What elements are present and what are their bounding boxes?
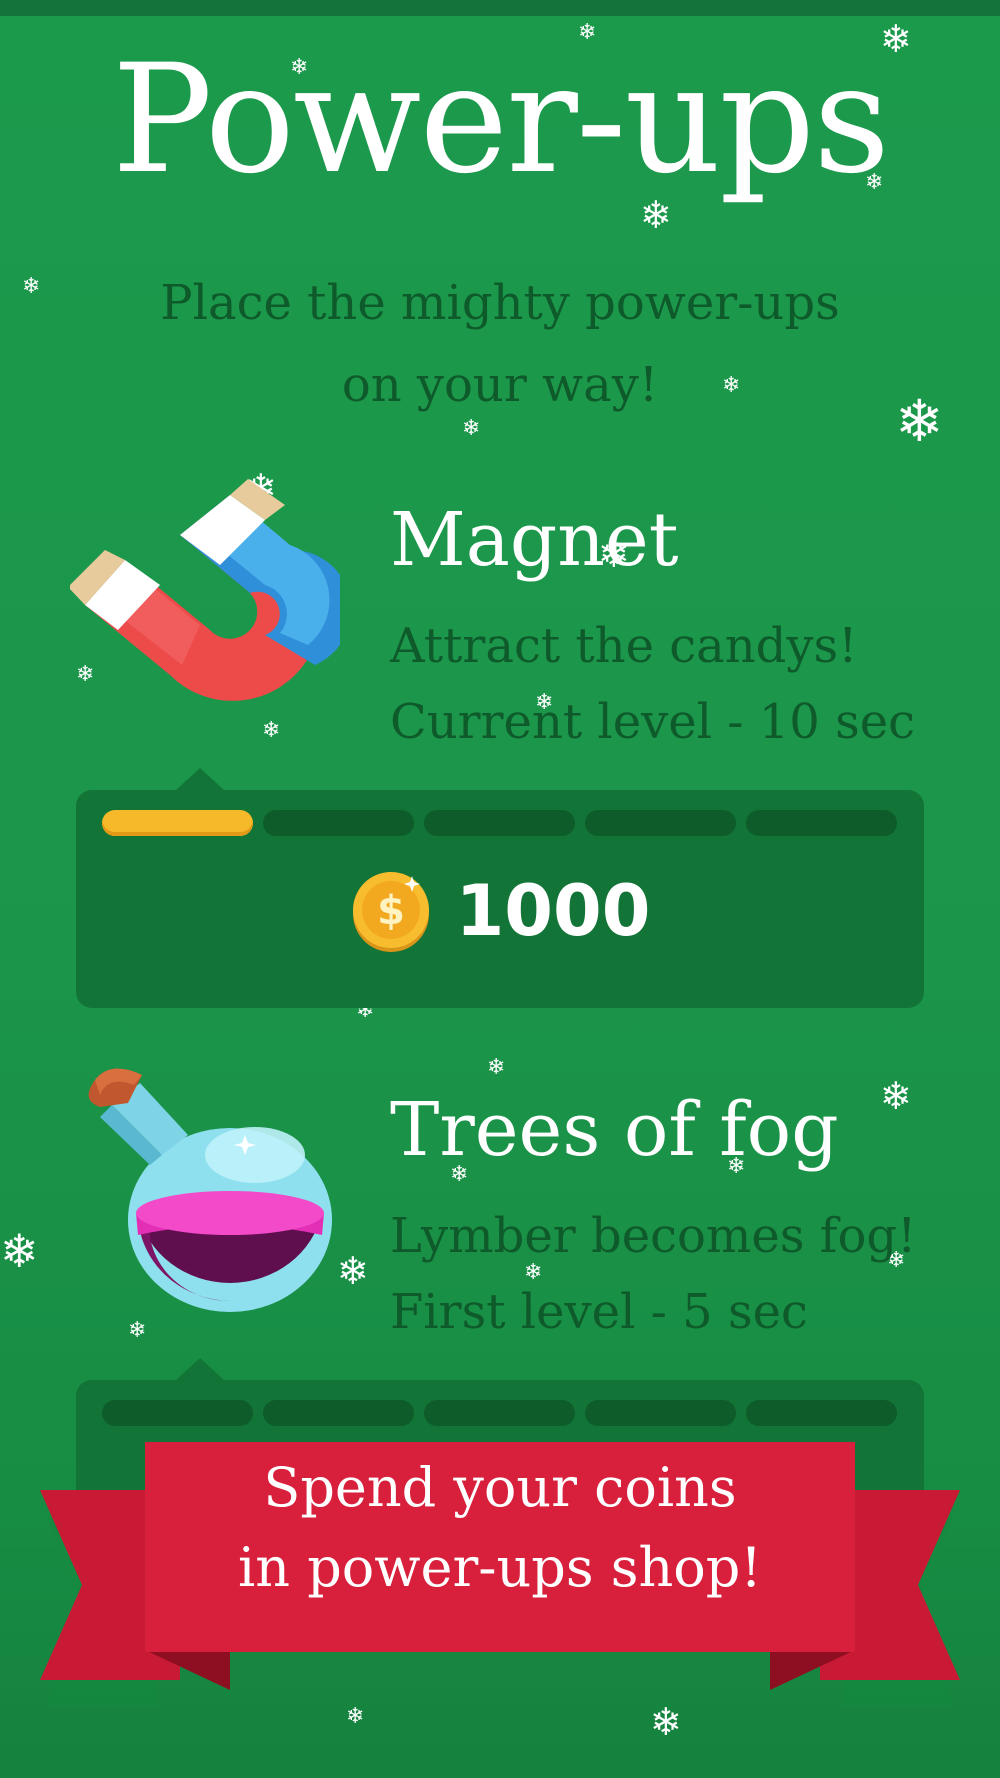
level-bar [102, 1400, 897, 1426]
banner-text: Spend your coins in power-ups shop! [145, 1448, 855, 1608]
level-segment [424, 1400, 575, 1426]
level-segment [424, 810, 575, 836]
magnet-icon [70, 479, 340, 701]
coin-icon: $ [352, 872, 429, 952]
upgrade-panel[interactable]: $ 1000 [76, 768, 924, 1008]
price-value: 1000 [455, 870, 651, 952]
powerup-level-text: Current level - 10 sec [390, 694, 916, 750]
level-segment [102, 1400, 253, 1426]
snowflake-icon: ❄ [895, 387, 944, 455]
level-segment [746, 1400, 897, 1426]
level-segment [585, 810, 736, 836]
level-segment [746, 810, 897, 836]
buy-button[interactable]: $ 1000 [76, 870, 924, 952]
snowflake-icon: ❄ [880, 1074, 912, 1118]
powerup-name: Magnet [390, 497, 679, 583]
powerup-name: Trees of fog [390, 1087, 839, 1173]
panel-pointer [176, 768, 224, 790]
powerup-description: Lymber becomes fog! [390, 1208, 917, 1264]
level-bar [102, 810, 897, 836]
banner-line: Spend your coins [263, 1456, 737, 1519]
level-segment [263, 1400, 414, 1426]
subtitle-line: on your way! [341, 357, 659, 413]
powerup-description: Attract the candys! [390, 618, 858, 674]
snowflake-icon: ❄ [0, 1224, 39, 1278]
svg-text:$: $ [377, 888, 405, 934]
page-title: Power-ups [111, 33, 890, 207]
page-subtitle: Place the mighty power-ups on your way! [150, 262, 850, 426]
panel-pointer [176, 1358, 224, 1380]
top-bar [0, 0, 1000, 16]
level-segment-filled [102, 810, 253, 836]
snowflake-icon: ❄ [22, 274, 41, 299]
snowflake-icon: ❄ [337, 1249, 369, 1293]
snowflake-icon: ❄ [487, 1055, 506, 1080]
potion-icon [88, 1068, 332, 1312]
subtitle-line: Place the mighty power-ups [160, 275, 840, 331]
level-segment [263, 810, 414, 836]
banner-line: in power-ups shop! [237, 1536, 763, 1599]
level-segment [585, 1400, 736, 1426]
powerup-level-text: First level - 5 sec [390, 1284, 808, 1340]
